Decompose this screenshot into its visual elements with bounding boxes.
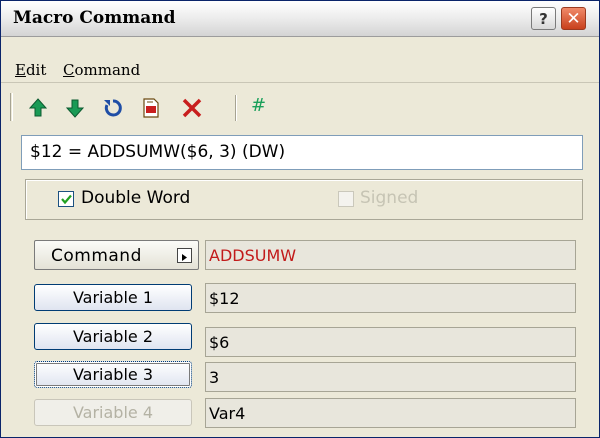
variable-2-button[interactable]: Variable 2 — [34, 323, 192, 350]
macro-command-dialog: Macro Command ? ✕ Edit Command # $12 = A… — [0, 0, 600, 438]
toolbar-separator — [235, 95, 237, 121]
close-button[interactable]: ✕ — [561, 7, 586, 30]
variable-3-button[interactable]: Variable 3 — [34, 361, 192, 388]
window-title: Macro Command — [13, 8, 176, 28]
help-button[interactable]: ? — [531, 7, 556, 30]
double-word-label: Double Word — [81, 188, 191, 208]
title-bar[interactable]: Macro Command ? ✕ — [1, 1, 599, 37]
close-icon: ✕ — [566, 8, 581, 29]
variable-1-field[interactable]: $12 — [205, 283, 576, 313]
signed-label: Signed — [360, 188, 419, 208]
menu-command-label: ommand — [74, 61, 141, 79]
variable-4-button: Variable 4 — [34, 399, 192, 426]
variable-1-button[interactable]: Variable 1 — [34, 284, 192, 311]
toolbar: # — [1, 87, 599, 127]
menu-edit-mnemonic: E — [15, 61, 26, 79]
variable-3-field[interactable]: 3 — [205, 362, 576, 392]
document-icon[interactable] — [140, 97, 162, 119]
toolbar-grip[interactable] — [10, 93, 13, 121]
up-arrow-icon[interactable] — [27, 97, 49, 119]
command-button[interactable]: Command — [34, 240, 199, 270]
help-icon: ? — [539, 9, 548, 28]
variable-2-field[interactable]: $6 — [205, 327, 576, 357]
undo-icon[interactable] — [101, 97, 123, 119]
double-word-checkbox[interactable] — [58, 191, 74, 207]
menu-command-mnemonic: C — [63, 61, 75, 79]
menu-command[interactable]: Command — [63, 61, 140, 79]
expression-field[interactable]: $12 = ADDSUMW($6, 3) (DW) — [21, 135, 583, 170]
menu-edit[interactable]: Edit — [15, 61, 46, 79]
play-arrow-icon — [177, 248, 192, 263]
checkmark-icon — [61, 194, 72, 205]
command-value-field[interactable]: ADDSUMW — [205, 240, 576, 270]
menu-edit-label: dit — [25, 61, 47, 79]
menu-bar: Edit Command — [1, 57, 599, 83]
hash-icon[interactable]: # — [251, 95, 266, 116]
double-word-group: Double Word Signed — [25, 179, 583, 220]
down-arrow-icon[interactable] — [64, 97, 86, 119]
variable-4-field[interactable]: Var4 — [205, 398, 576, 428]
command-button-label: Command — [51, 246, 142, 266]
delete-icon[interactable] — [181, 97, 203, 119]
signed-checkbox — [338, 191, 354, 207]
